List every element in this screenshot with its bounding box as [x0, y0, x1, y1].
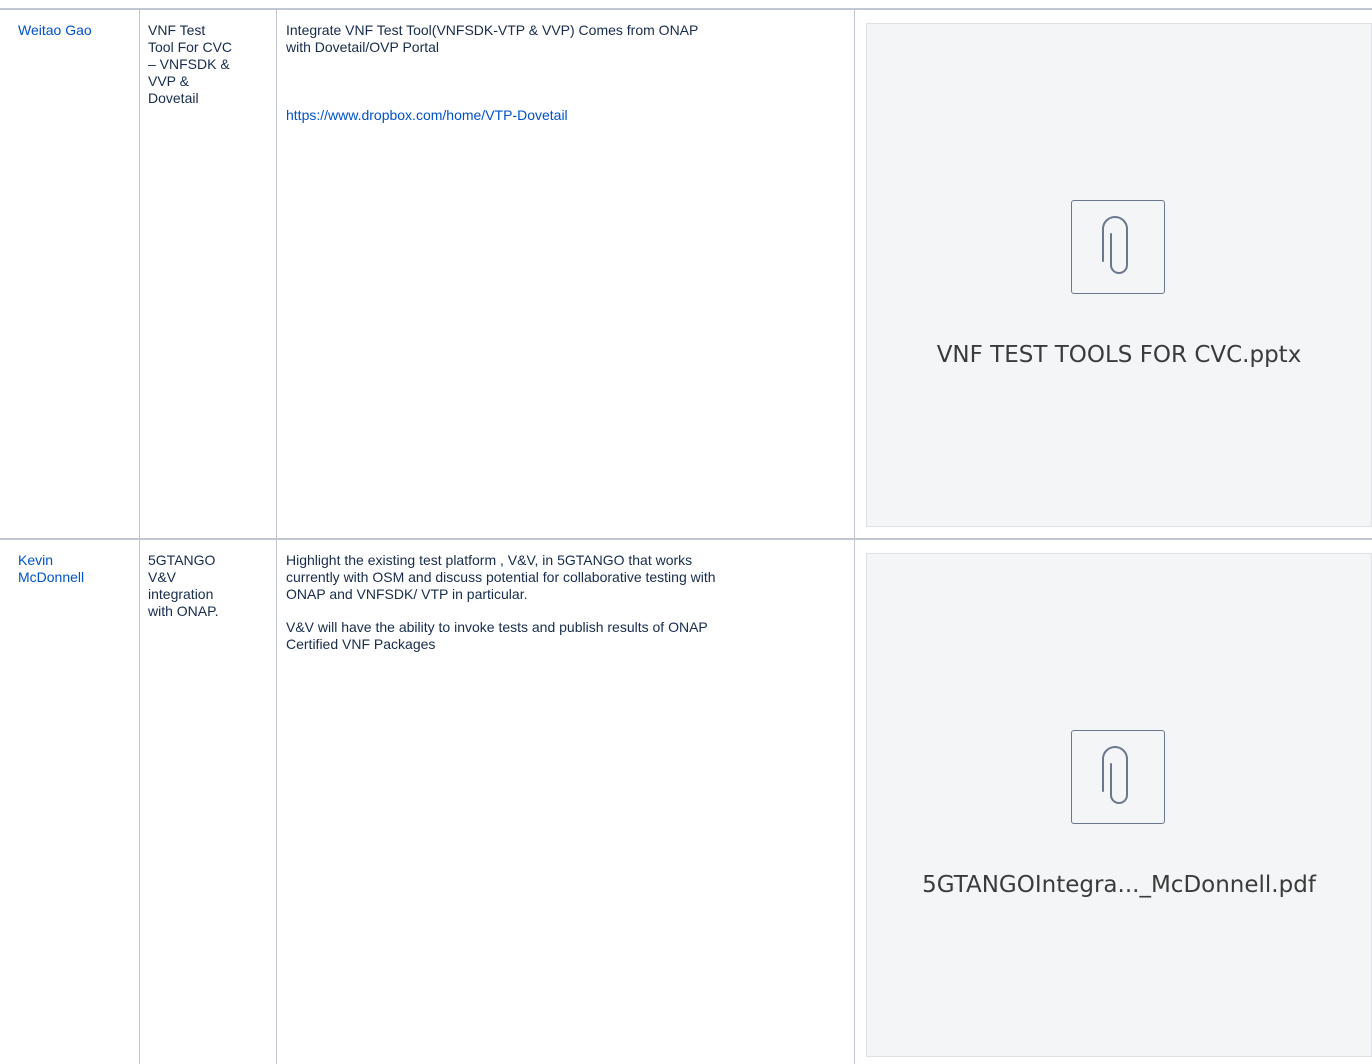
column-divider	[139, 8, 140, 1064]
row-divider	[0, 538, 1372, 540]
topic-line: Tool For CVC	[148, 39, 233, 55]
presenter-cell: Kevin McDonnell	[18, 552, 133, 586]
attachment-filename: VNF TEST TOOLS FOR CVC.pptx	[936, 342, 1302, 368]
topic-line: VNF Test	[148, 22, 206, 38]
topic-line: V&V	[148, 569, 177, 585]
table-border-top	[0, 8, 1372, 10]
presenter-link[interactable]: Kevin McDonnell	[18, 552, 133, 586]
presenter-name-line: Kevin	[18, 552, 54, 568]
paperclip-icon	[1071, 200, 1165, 294]
description-line: Integrate VNF Test Tool(VNFSDK-VTP & VVP…	[286, 22, 699, 38]
description-cell: Integrate VNF Test Tool(VNFSDK-VTP & VVP…	[286, 22, 848, 124]
topic-line: integration	[148, 586, 214, 602]
attachment-filename: 5GTANGOIntegra..._McDonnell.pdf	[922, 872, 1316, 898]
description-paragraph: Highlight the existing test platform , V…	[286, 552, 848, 603]
dropbox-link[interactable]: https://www.dropbox.com/home/VTP-Dovetai…	[286, 107, 568, 123]
paperclip-icon	[1071, 730, 1165, 824]
description-line: Highlight the existing test platform , V…	[286, 552, 693, 568]
description-cell: Highlight the existing test platform , V…	[286, 552, 848, 653]
presenter-link[interactable]: Weitao Gao	[18, 22, 92, 38]
description-paragraph: V&V will have the ability to invoke test…	[286, 619, 848, 653]
table: Weitao Gao VNF Test Tool For CVC – VNFSD…	[0, 0, 1372, 1064]
description-line: currently with OSM and discuss potential…	[286, 569, 716, 585]
topic-line: – VNFSDK &	[148, 56, 230, 72]
description-line: V&V will have the ability to invoke test…	[286, 619, 708, 635]
attachment-preview[interactable]: 5GTANGOIntegra..._McDonnell.pdf	[866, 553, 1372, 1057]
description-line: with Dovetail/OVP Portal	[286, 39, 440, 55]
attachment-preview[interactable]: VNF TEST TOOLS FOR CVC.pptx	[866, 23, 1372, 527]
column-divider	[854, 8, 855, 1064]
topic-cell: 5GTANGO V&V integration with ONAP.	[148, 552, 273, 620]
topic-line: with ONAP.	[148, 603, 219, 619]
topic-line: 5GTANGO	[148, 552, 216, 568]
description-line: ONAP and VNFSDK/ VTP in particular.	[286, 586, 528, 602]
topic-cell: VNF Test Tool For CVC – VNFSDK & VVP & D…	[148, 22, 273, 107]
presenter-cell: Weitao Gao	[18, 22, 133, 39]
topic-line: VVP &	[148, 73, 189, 89]
column-divider	[276, 8, 277, 1064]
topic-line: Dovetail	[148, 90, 199, 106]
description-line: Certified VNF Packages	[286, 636, 436, 652]
presenter-name-line: McDonnell	[18, 569, 85, 585]
